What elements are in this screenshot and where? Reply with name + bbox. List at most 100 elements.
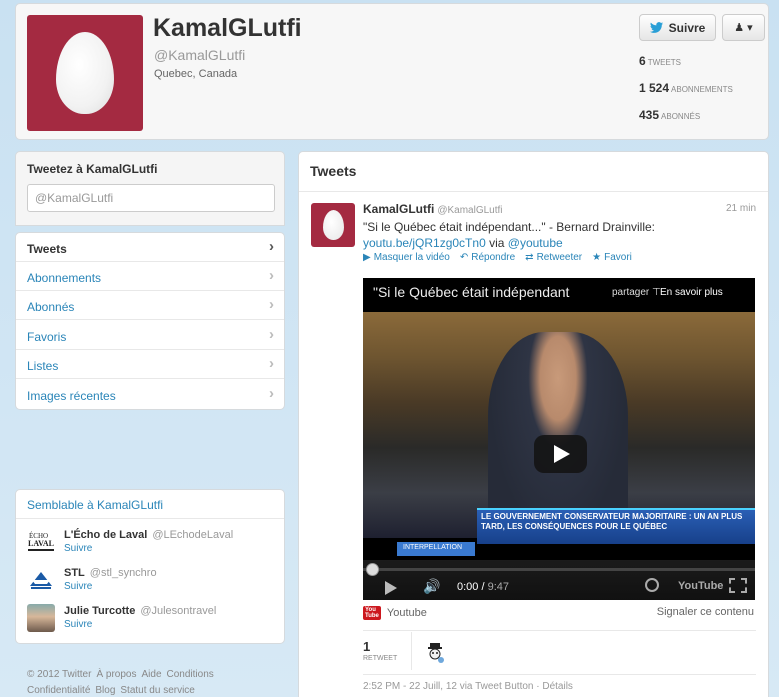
tweet-to-input[interactable]: @KamalGLutfi <box>27 184 275 212</box>
favorite-label: Favori <box>604 252 632 263</box>
media-source-label: Youtube <box>386 606 427 619</box>
follow-link[interactable]: Suivre <box>64 581 92 592</box>
youtube-icon: You Tube <box>363 606 381 620</box>
caret-down-icon: ▾ <box>747 22 753 34</box>
timeline: Tweets KamalGLutfi @KamalGLutfi 21 min "S… <box>298 151 769 697</box>
footer-link-privacy[interactable]: Confidentialité <box>27 685 90 696</box>
stat-following[interactable]: 1 524 ABONNEMENTS <box>639 81 733 95</box>
tweet-timestamp[interactable]: 21 min <box>726 203 756 214</box>
nav-item-recent-images[interactable]: Images récentes › <box>16 380 284 409</box>
suggestion-name: STL <box>64 567 85 579</box>
egg-avatar-icon <box>56 32 114 114</box>
divider <box>363 674 756 675</box>
stat-label: ABONNEMENTS <box>671 85 733 94</box>
suggestion-item[interactable]: STL @stl_synchro Suivre <box>27 566 277 600</box>
tweet-avatar[interactable] <box>311 203 355 247</box>
video-share[interactable]: partager ⊤ <box>612 287 661 298</box>
volume-icon[interactable]: 🔊 <box>423 578 440 595</box>
footer-link-blog[interactable]: Blog <box>95 685 115 696</box>
suggestion-name: L'Écho de Laval <box>64 529 148 541</box>
nav-item-label: Abonnements <box>27 271 102 285</box>
tweet-link[interactable]: youtu.be/jQR1zg0cTn0 <box>363 236 486 250</box>
suggestion-item[interactable]: ÉCHO LAVAL L'Écho de Laval @LEchodeLaval S… <box>27 528 277 562</box>
stat-value: 1 524 <box>639 81 670 95</box>
similar-title[interactable]: Semblable à KamalGLutfi <box>27 498 163 512</box>
nav-item-following[interactable]: Abonnements › <box>16 262 284 291</box>
profile-handle: @KamalGLutfi <box>154 47 246 63</box>
divider <box>363 630 756 631</box>
video-more-info[interactable]: En savoir plus <box>660 287 723 298</box>
suggestion-item[interactable]: Julie Turcotte @Julesontravel Suivre <box>27 604 277 638</box>
suggestion-handle: @Julesontravel <box>140 605 217 617</box>
video-lower-third-text: LE GOUVERNEMENT CONSERVATEUR MAJORITAIRE… <box>481 512 743 531</box>
tweet-author-name: KamalGLutfi <box>363 202 435 216</box>
chevron-right-icon: › <box>269 238 274 255</box>
retweet-count-label: RETWEET <box>363 655 398 662</box>
retweeter-avatar[interactable] <box>425 642 447 664</box>
fullscreen-icon[interactable] <box>729 578 747 593</box>
stat-tweets[interactable]: 6 TWEETS <box>639 54 681 68</box>
footer-link-status[interactable]: Statut du service <box>120 685 194 696</box>
retweet-label: Retweeter <box>536 252 583 263</box>
follow-button[interactable]: Suivre <box>639 14 716 41</box>
footer-link-terms[interactable]: Conditions <box>167 669 214 680</box>
tweet-via: via <box>489 236 505 250</box>
follow-link[interactable]: Suivre <box>64 619 92 630</box>
profile-header: KamalGLutfi @KamalGLutfi Quebec, Canada … <box>15 3 769 140</box>
video-scrubber[interactable] <box>366 563 379 576</box>
footer-link-about[interactable]: À propos <box>96 669 136 680</box>
stat-label: ABONNÉS <box>661 112 701 121</box>
video-player[interactable]: "Si le Québec était indépendant partager… <box>363 278 755 600</box>
tweet-actions: ▶ Masquer la vidéo ↶ Répondre ⇄ Retweeter ★… <box>363 252 632 263</box>
retweet-count[interactable]: 1 <box>363 639 370 654</box>
media-source[interactable]: You Tube Youtube <box>363 606 427 620</box>
favorite-action[interactable]: ★ Favori <box>592 252 632 263</box>
report-content-link[interactable]: Signaler ce contenu <box>657 606 754 618</box>
reply-label: Répondre <box>471 252 516 263</box>
suggestion-handle: @LEchodeLaval <box>152 529 234 541</box>
video-current-time: 0:00 <box>457 581 479 593</box>
video-progress-bar[interactable] <box>363 568 755 571</box>
stat-followers[interactable]: 435 ABONNÉS <box>639 108 700 122</box>
follow-link[interactable]: Suivre <box>64 543 92 554</box>
video-share-label: partager <box>612 287 650 298</box>
video-time: 0:00 / 9:47 <box>457 581 510 593</box>
timeline-title: Tweets <box>299 152 768 192</box>
nav-item-lists[interactable]: Listes › <box>16 350 284 379</box>
video-frame: LE GOUVERNEMENT CONSERVATEUR MAJORITAIRE… <box>363 312 755 556</box>
youtube-logo[interactable]: YouTube <box>678 580 723 592</box>
video-icon: ▶ <box>363 252 371 263</box>
retweet-icon: ⇄ <box>525 252 534 263</box>
watch-later-icon[interactable] <box>645 578 659 592</box>
nav-item-tweets[interactable]: Tweets › <box>16 233 284 262</box>
stat-value: 6 <box>639 54 646 68</box>
tweet-meta[interactable]: 2:52 PM - 22 Juill, 12 via Tweet Button … <box>363 681 573 692</box>
nav-item-favorites[interactable]: Favoris › <box>16 321 284 350</box>
nav-item-label: Favoris <box>27 330 67 344</box>
person-icon: ♟ <box>734 22 745 34</box>
nav-item-followers[interactable]: Abonnés › <box>16 291 284 320</box>
play-icon[interactable] <box>534 435 587 473</box>
user-actions-dropdown[interactable]: ♟ ▾ <box>722 14 765 41</box>
hide-video-action[interactable]: ▶ Masquer la vidéo <box>363 252 450 263</box>
profile-avatar[interactable] <box>27 15 143 131</box>
egg-avatar-icon <box>323 210 344 240</box>
suggestion-name: Julie Turcotte <box>64 605 136 617</box>
stl-logo <box>27 566 55 594</box>
tweet-mention[interactable]: @youtube <box>508 236 563 250</box>
hide-video-label: Masquer la vidéo <box>373 252 450 263</box>
profile-nav: Tweets › Abonnements › Abonnés › Favoris › L… <box>15 232 285 410</box>
tweet-author[interactable]: KamalGLutfi @KamalGLutfi <box>363 202 503 216</box>
nav-item-label: Images récentes <box>27 389 116 403</box>
follow-button-label: Suivre <box>668 20 706 35</box>
video-title[interactable]: "Si le Québec était indépendant <box>373 284 605 300</box>
reply-action[interactable]: ↶ Répondre <box>460 252 515 263</box>
similar-accounts: Semblable à KamalGLutfi ÉCHO LAVAL L'Écho… <box>15 489 285 644</box>
stat-label: TWEETS <box>647 58 682 67</box>
footer: © 2012 Twitter À propos Aide Conditions Con… <box>27 667 277 697</box>
chevron-right-icon: › <box>269 267 274 284</box>
retweet-action[interactable]: ⇄ Retweeter <box>525 252 582 263</box>
footer-link-help[interactable]: Aide <box>141 669 161 680</box>
play-button-icon[interactable] <box>385 581 397 595</box>
nav-item-label: Abonnés <box>27 300 75 314</box>
